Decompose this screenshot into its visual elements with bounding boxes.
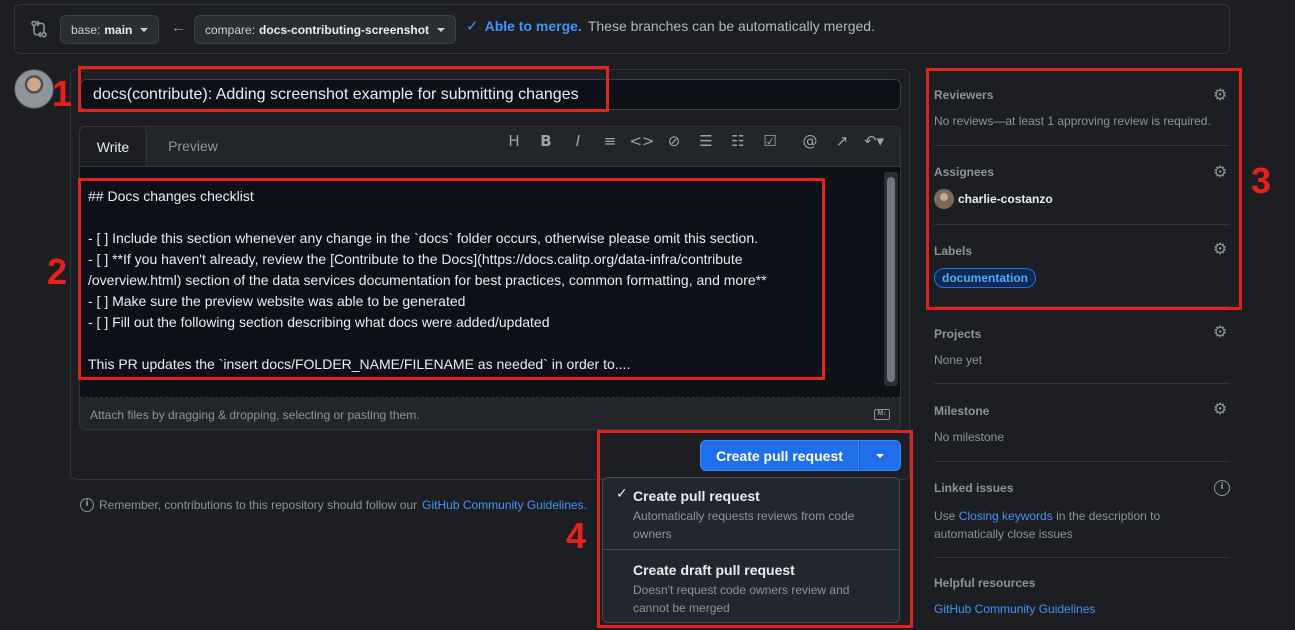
- compare-branch-name: docs-contributing-screenshot: [259, 22, 430, 37]
- tab-preview[interactable]: Preview: [148, 126, 238, 166]
- ordered-list-icon[interactable]: ☷: [722, 132, 754, 152]
- markdown-icon: M↓: [874, 409, 890, 420]
- check-icon: ✓: [466, 18, 479, 35]
- annotation-number-1: 1: [52, 73, 73, 114]
- scrollbar-thumb[interactable]: [887, 177, 895, 382]
- italic-icon[interactable]: I: [562, 132, 594, 152]
- bold-icon[interactable]: B: [530, 132, 562, 152]
- annotation-box-1: [78, 66, 609, 112]
- base-branch-name: main: [104, 22, 133, 37]
- contribution-notice: i Remember, contributions to this reposi…: [80, 498, 600, 512]
- tab-write[interactable]: Write: [79, 126, 147, 166]
- annotation-box-2: [78, 178, 825, 380]
- linked-issues-text: Use Closing keywords in the description …: [934, 507, 1194, 543]
- mention-icon[interactable]: @: [794, 132, 826, 152]
- task-list-icon[interactable]: ☑: [754, 132, 786, 152]
- compare-branch-select[interactable]: compare: docs-contributing-screenshot: [194, 15, 457, 44]
- merge-message: These branches can be automatically merg…: [587, 18, 875, 34]
- closing-keywords-link[interactable]: Closing keywords: [959, 509, 1053, 523]
- milestone-text: No milestone: [934, 430, 1005, 444]
- reference-icon[interactable]: ↗: [826, 132, 858, 152]
- merge-ok-text: Able to merge.: [484, 18, 582, 34]
- chevron-down-icon: [437, 27, 446, 32]
- linked-issues-pre: Use: [934, 509, 956, 523]
- gear-icon[interactable]: ⚙: [1213, 322, 1227, 341]
- annotation-number-3: 3: [1251, 160, 1272, 201]
- annotation-number-4: 4: [566, 515, 587, 556]
- unordered-list-icon[interactable]: ☰: [690, 132, 722, 152]
- linked-issues-heading: Linked issues: [934, 481, 1014, 495]
- avatar: [14, 69, 54, 109]
- annotation-box-4: [597, 430, 913, 628]
- notice-text: Remember, contributions to this reposito…: [99, 498, 418, 512]
- markdown-toolbar: H B I ≡ <> ⊘ ☰ ☷ ☑ @ ↗ ↶▾: [498, 132, 890, 152]
- info-icon: i: [80, 498, 94, 512]
- git-compare-icon: [31, 20, 47, 38]
- annotation-number-2: 2: [47, 251, 68, 292]
- community-guidelines-sidebar-link[interactable]: GitHub Community Guidelines: [934, 602, 1095, 616]
- base-prefix: base:: [71, 22, 101, 37]
- base-branch-select[interactable]: base: main: [60, 15, 160, 44]
- compare-prefix: compare:: [205, 22, 256, 37]
- arrow-left-icon: ←: [171, 19, 186, 36]
- projects-heading[interactable]: Projects: [934, 327, 981, 341]
- divider: [934, 383, 1230, 384]
- projects-text: None yet: [934, 353, 983, 367]
- chevron-down-icon: [140, 27, 149, 32]
- link-icon[interactable]: ⊘: [658, 132, 690, 152]
- annotation-box-3: [926, 68, 1242, 310]
- info-icon[interactable]: i: [1214, 480, 1230, 496]
- divider: [934, 461, 1230, 462]
- heading-icon[interactable]: H: [498, 132, 530, 152]
- gear-icon[interactable]: ⚙: [1213, 399, 1227, 418]
- undo-icon[interactable]: ↶▾: [858, 132, 890, 152]
- quote-icon[interactable]: ≡: [594, 132, 626, 152]
- attach-files-hint[interactable]: Attach files by dragging & dropping, sel…: [90, 408, 420, 422]
- milestone-heading[interactable]: Milestone: [934, 404, 989, 418]
- merge-status: ✓ Able to merge. These branches can be a…: [466, 17, 875, 35]
- code-icon[interactable]: <>: [626, 132, 658, 152]
- community-guidelines-link[interactable]: GitHub Community Guidelines.: [422, 498, 587, 512]
- divider: [934, 557, 1230, 558]
- helpful-resources-heading: Helpful resources: [934, 576, 1036, 590]
